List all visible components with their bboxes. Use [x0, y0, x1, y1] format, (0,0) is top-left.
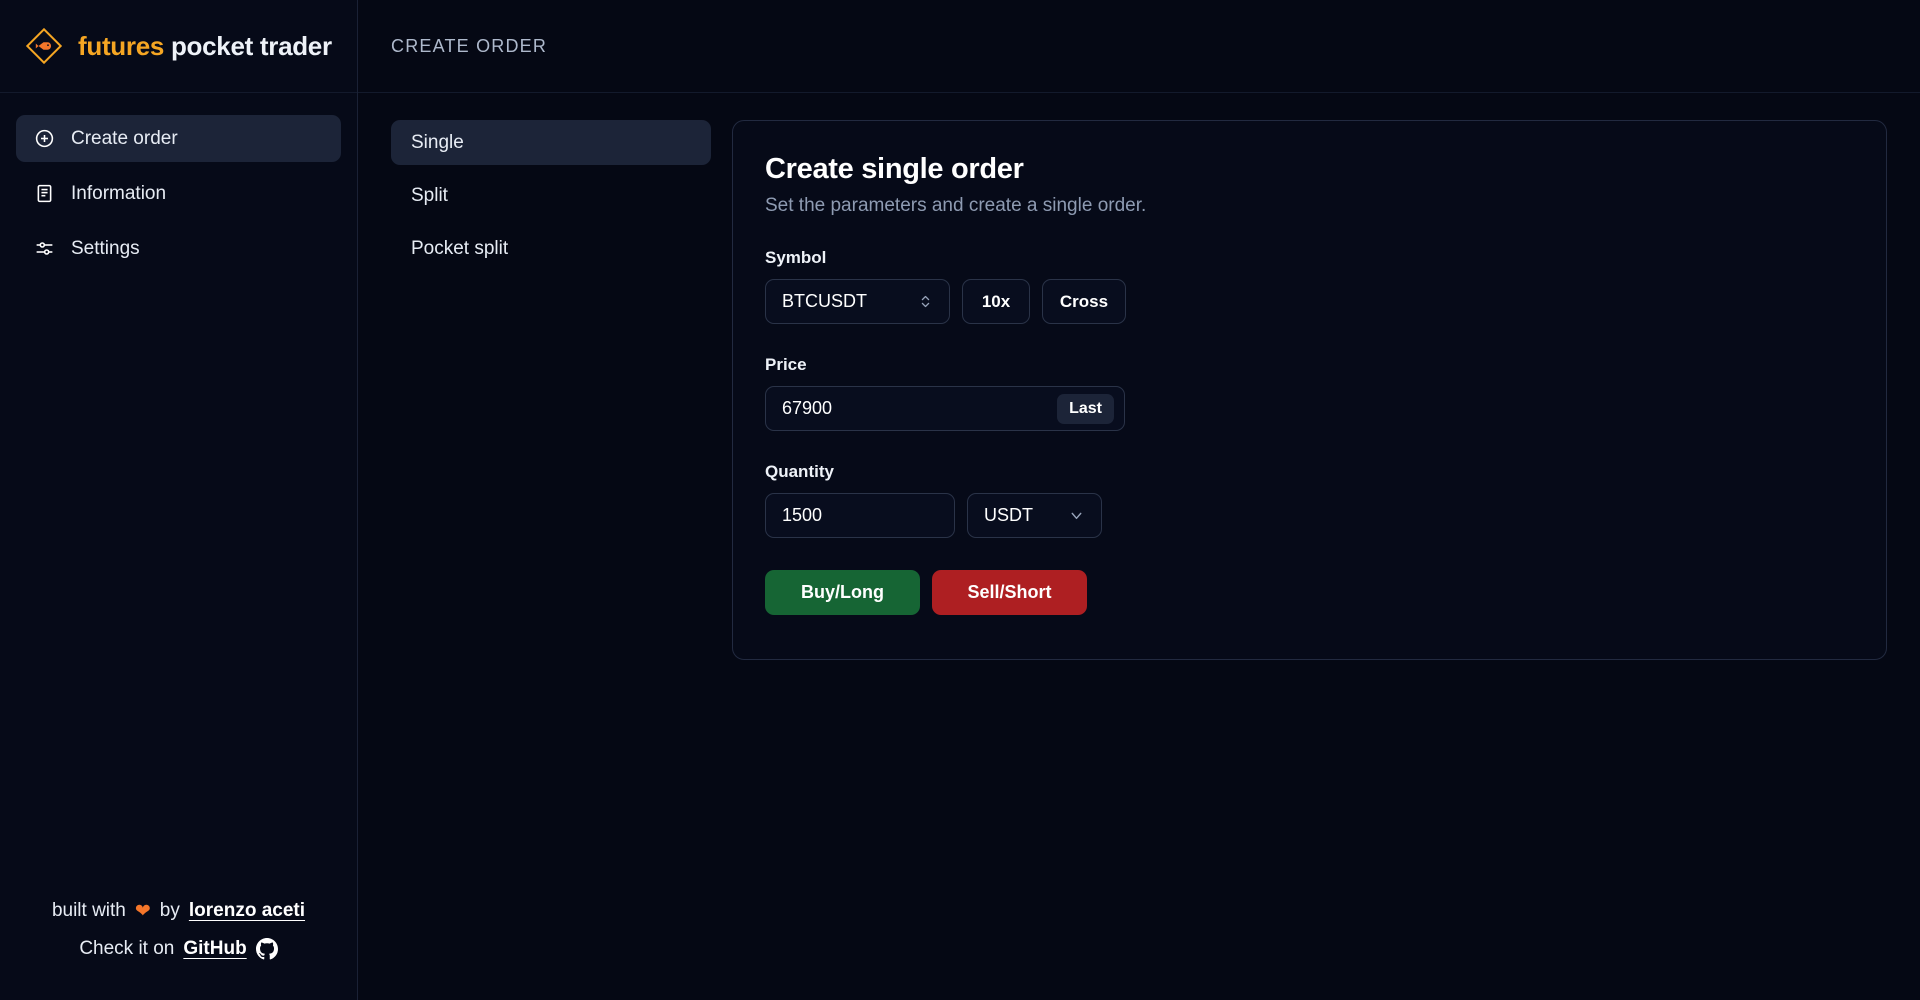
circle-plus-icon — [34, 128, 55, 149]
sidebar-item-information[interactable]: Information — [16, 170, 341, 217]
quantity-unit-value: USDT — [984, 505, 1033, 526]
price-input[interactable]: 67900 Last — [765, 386, 1125, 431]
built-by-text: by — [160, 900, 180, 922]
symbol-value: BTCUSDT — [782, 291, 867, 312]
symbol-select[interactable]: BTCUSDT — [765, 279, 950, 324]
built-with-prefix: built with — [52, 900, 126, 922]
heart-icon: ❤ — [135, 902, 151, 921]
sidebar-item-settings[interactable]: Settings — [16, 225, 341, 272]
sidebar: futures pocket trader Create order — [0, 0, 358, 1000]
quantity-label: Quantity — [765, 462, 1854, 482]
margin-mode-label: Cross — [1060, 292, 1108, 312]
leverage-label: 10x — [982, 292, 1010, 312]
quantity-unit-select[interactable]: USDT — [967, 493, 1102, 538]
symbol-field: Symbol BTCUSDT 10x — [765, 248, 1854, 324]
app-root: futures pocket trader Create order — [0, 0, 1920, 1000]
author-link[interactable]: lorenzo aceti — [189, 900, 305, 922]
quantity-value: 1500 — [782, 505, 822, 526]
diamond-fish-icon — [26, 28, 62, 64]
chevron-down-icon — [1068, 507, 1085, 524]
sidebar-item-label: Settings — [71, 238, 140, 260]
quantity-row: 1500 USDT — [765, 493, 1854, 538]
tab-label: Split — [411, 185, 448, 207]
book-icon — [34, 183, 55, 204]
chevron-up-down-icon — [918, 294, 933, 309]
card-subtitle: Set the parameters and create a single o… — [765, 195, 1854, 217]
price-field: Price 67900 Last — [765, 355, 1854, 431]
quantity-input[interactable]: 1500 — [765, 493, 955, 538]
margin-mode-button[interactable]: Cross — [1042, 279, 1126, 324]
order-actions: Buy/Long Sell/Short — [765, 570, 1854, 615]
check-it-on-text: Check it on — [79, 938, 174, 960]
brand-title: futures pocket trader — [78, 31, 332, 62]
sidebar-item-create-order[interactable]: Create order — [16, 115, 341, 162]
sell-short-button[interactable]: Sell/Short — [932, 570, 1087, 615]
last-price-button[interactable]: Last — [1057, 394, 1114, 424]
sidebar-item-label: Create order — [71, 128, 178, 150]
card-title: Create single order — [765, 153, 1854, 186]
content-area: Single Split Pocket split Create single … — [358, 93, 1920, 1000]
tab-list: Single Split Pocket split — [391, 120, 711, 271]
symbol-row: BTCUSDT 10x Cross — [765, 279, 1854, 324]
main-area: CREATE ORDER Single Split Pocket split C… — [358, 0, 1920, 1000]
sidebar-footer: built with ❤ by lorenzo aceti Check it o… — [0, 900, 357, 1000]
page-title: CREATE ORDER — [391, 36, 547, 57]
github-link[interactable]: GitHub — [183, 938, 246, 960]
brand-word-1: futures — [78, 31, 164, 61]
tab-label: Pocket split — [411, 238, 508, 260]
sidebar-nav: Create order Information — [0, 93, 357, 272]
tab-split[interactable]: Split — [391, 173, 711, 218]
symbol-label: Symbol — [765, 248, 1854, 268]
github-icon[interactable] — [256, 938, 278, 960]
built-with-line: built with ❤ by lorenzo aceti — [52, 900, 305, 922]
price-value: 67900 — [782, 398, 832, 419]
leverage-button[interactable]: 10x — [962, 279, 1030, 324]
topbar: CREATE ORDER — [358, 0, 1920, 93]
brand: futures pocket trader — [0, 0, 357, 93]
tab-label: Single — [411, 132, 464, 154]
sidebar-item-label: Information — [71, 183, 166, 205]
sidebar-spacer — [0, 272, 357, 900]
tab-pocket-split[interactable]: Pocket split — [391, 226, 711, 271]
github-line: Check it on GitHub — [79, 938, 277, 960]
buy-long-button[interactable]: Buy/Long — [765, 570, 920, 615]
brand-word-2: pocket trader — [171, 31, 332, 61]
sliders-icon — [34, 238, 55, 259]
create-order-card: Create single order Set the parameters a… — [732, 120, 1887, 660]
tab-single[interactable]: Single — [391, 120, 711, 165]
price-label: Price — [765, 355, 1854, 375]
quantity-field: Quantity 1500 USDT — [765, 462, 1854, 538]
